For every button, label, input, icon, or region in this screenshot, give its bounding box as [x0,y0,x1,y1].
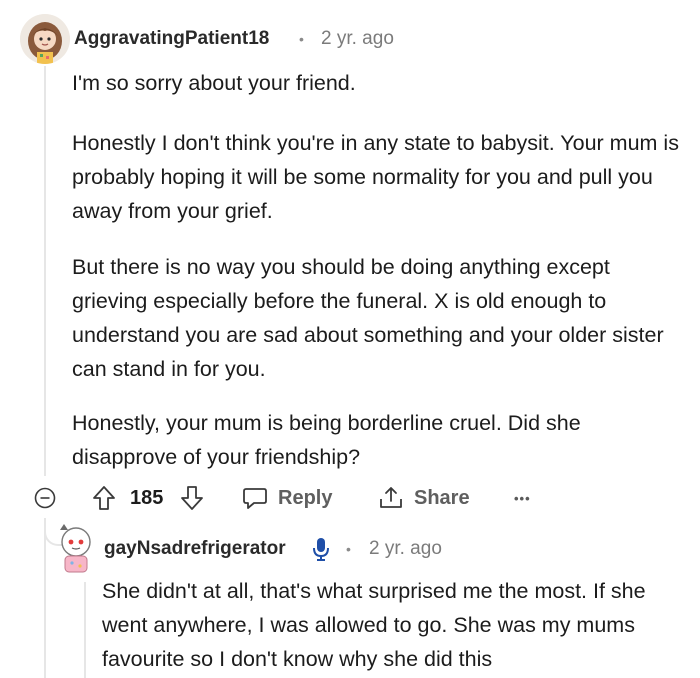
share-button-label: Share [414,486,470,509]
reply-thread-line[interactable] [44,518,46,678]
share-button[interactable]: Share [378,480,470,516]
comment-paragraph: Honestly, your mum is being borderline c… [72,411,581,469]
comment-paragraph: But there is no way you should be doing … [72,255,664,381]
comment-paragraph: I'm so sorry about your friend. [72,71,356,95]
avatar-illustration-icon [20,14,70,64]
reply-paragraph: She didn't at all, that's what surprised… [102,579,646,671]
reply-button-label: Reply [278,486,333,509]
reply-child-thread-line [84,582,86,678]
downvote-button[interactable] [180,480,204,516]
arrow-down-icon [181,486,203,510]
comment-paragraph: Honestly I don't think you're in any sta… [72,131,679,223]
comment-timestamp[interactable]: 2 yr. ago [321,28,394,50]
reply-timestamp[interactable]: 2 yr. ago [369,538,442,560]
speech-bubble-icon [243,488,267,509]
microphone-icon [312,536,330,567]
ellipsis-icon: ••• [514,490,531,506]
user-avatar[interactable] [20,14,70,64]
reply-button[interactable]: Reply [242,480,332,516]
more-options-button[interactable]: ••• [514,480,531,516]
reply-user-avatar[interactable] [54,522,98,574]
arrow-up-icon [93,486,115,510]
comment-action-bar: 185 Reply Share ••• [0,480,700,516]
header-separator: • [299,31,304,47]
collapse-button[interactable] [34,480,56,516]
comment-thread-line[interactable] [44,66,46,476]
upvote-button[interactable] [92,480,116,516]
minus-circle-icon [34,487,56,509]
comment-username[interactable]: AggravatingPatient18 [74,28,269,50]
share-icon [380,487,402,508]
vote-count: 185 [130,486,164,509]
reply-username[interactable]: gayNsadrefrigerator [104,538,286,560]
reply-header-separator: • [346,541,351,557]
avatar-illustration-icon [60,524,91,573]
